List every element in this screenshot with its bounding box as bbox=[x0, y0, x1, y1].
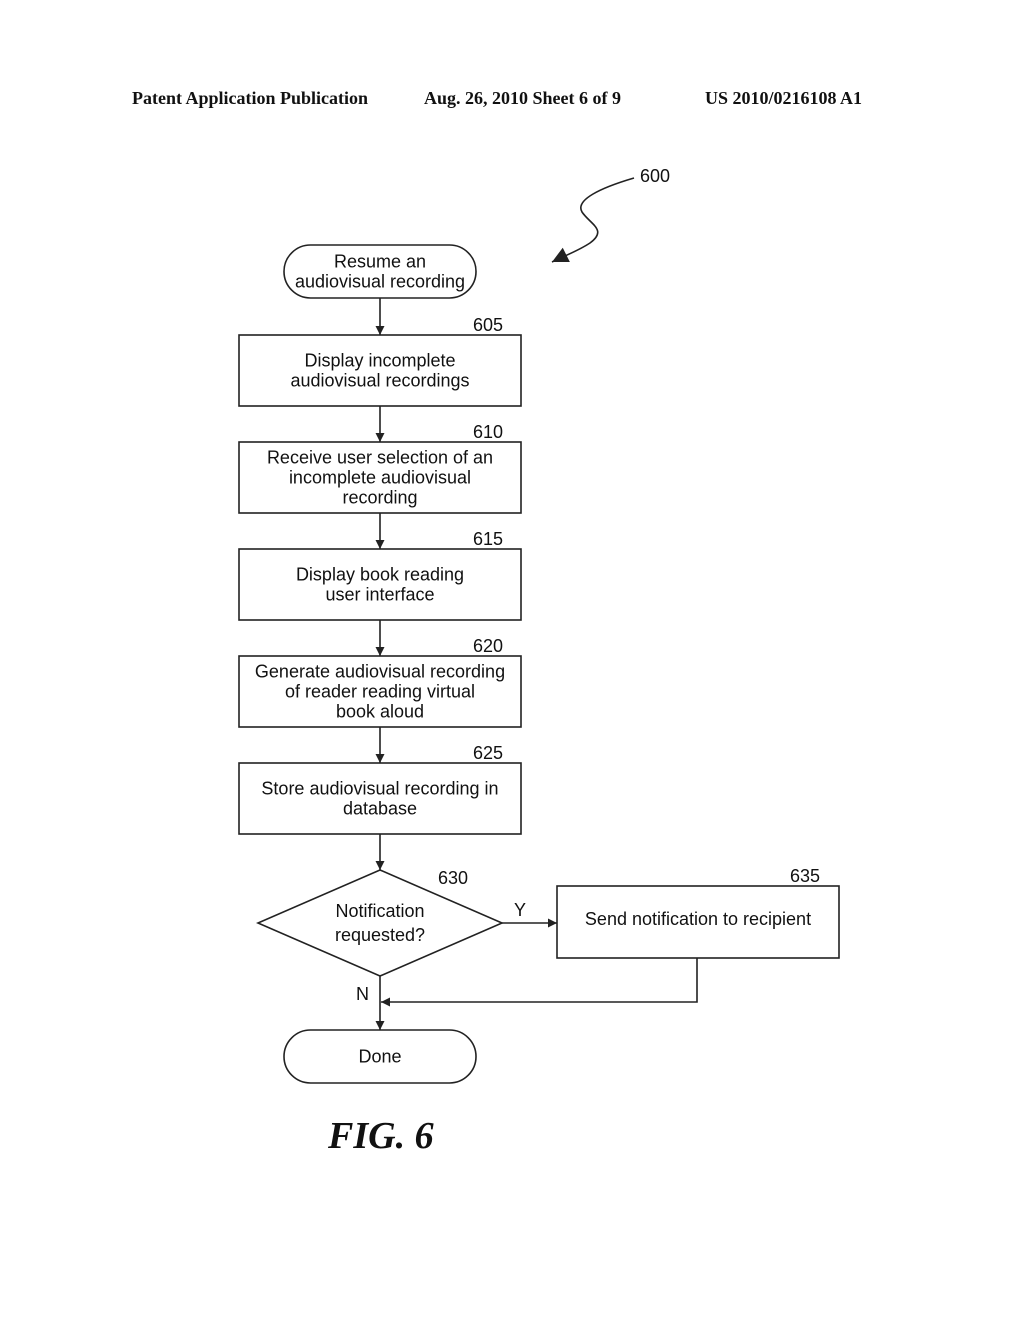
node-label-line: user interface bbox=[325, 585, 434, 605]
node-label-line: Notification bbox=[335, 901, 424, 921]
node-label-line: audiovisual recordings bbox=[290, 371, 469, 391]
figure-caption: FIG. 6 bbox=[327, 1115, 434, 1157]
node-label-line: book aloud bbox=[336, 702, 424, 722]
node-label-line: database bbox=[343, 799, 417, 819]
figure-reference-label: 600 bbox=[640, 166, 670, 186]
figure-reference-leader bbox=[551, 177, 635, 263]
node-label-line: Generate audiovisual recording bbox=[255, 662, 505, 682]
connector-arrow bbox=[381, 958, 698, 1007]
node-label-line: Send notification to recipient bbox=[585, 909, 811, 929]
node-reference-number: 615 bbox=[473, 529, 503, 549]
edge-630-to-done: N bbox=[356, 976, 385, 1030]
edge-label: N bbox=[356, 984, 369, 1004]
node-label-line: Display incomplete bbox=[304, 351, 455, 371]
node-reference-number: 605 bbox=[473, 315, 503, 335]
node-label-line: Resume an bbox=[334, 252, 426, 272]
edge-635-to-done bbox=[381, 958, 698, 1007]
node-label-line: Display book reading bbox=[296, 565, 464, 585]
node-label-line: recording bbox=[342, 488, 417, 508]
node-reference-number: 630 bbox=[438, 868, 468, 888]
node-label-line: Store audiovisual recording in bbox=[261, 779, 498, 799]
node-label-line: Done bbox=[358, 1047, 401, 1067]
node-reference-number: 635 bbox=[790, 866, 820, 886]
flowchart: 600 Y N Resume anaudiovisual recording Dis… bbox=[238, 166, 840, 1157]
node-reference-number: 620 bbox=[473, 636, 503, 656]
flow-node-done: Done bbox=[283, 1029, 477, 1084]
flow-node-start: Resume anaudiovisual recording bbox=[283, 244, 477, 299]
node-reference-number: 625 bbox=[473, 743, 503, 763]
flow-node-630: Notification requested? 630 bbox=[255, 868, 505, 977]
node-label-line: of reader reading virtual bbox=[285, 682, 475, 702]
node-label-line: requested? bbox=[335, 925, 425, 945]
flow-node-635: Send notification to recipient 635 bbox=[556, 866, 840, 959]
edge-630-to-635: Y bbox=[502, 900, 557, 928]
node-label-line: Receive user selection of an bbox=[267, 448, 493, 468]
node-label-line: audiovisual recording bbox=[295, 272, 465, 292]
node-reference-number: 610 bbox=[473, 422, 503, 442]
node-label-line: incomplete audiovisual bbox=[289, 468, 471, 488]
edge-label: Y bbox=[514, 900, 526, 920]
